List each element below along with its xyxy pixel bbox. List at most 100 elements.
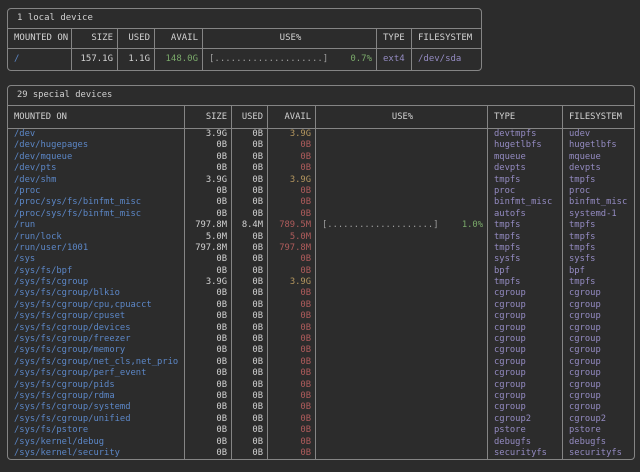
- filesystem-cell: cgroup2: [562, 414, 634, 425]
- type-cell: cgroup: [487, 311, 562, 322]
- usage-bar: [....................]: [322, 220, 439, 231]
- size-cell: 0B: [184, 345, 231, 356]
- filesystem-cell: cgroup: [562, 357, 634, 368]
- type-cell: cgroup: [487, 323, 562, 334]
- table-body: /157.1G1.1G148.0G[....................]0…: [8, 49, 481, 70]
- size-cell: 0B: [184, 437, 231, 448]
- column-header-used: USED: [231, 106, 267, 128]
- used-cell: 0B: [231, 402, 267, 413]
- table-row: /run/user/1001797.8M0B797.8Mtmpfstmpfs: [8, 243, 634, 254]
- local-devices-table: 1 local device MOUNTED ONSIZEUSEDAVAILUS…: [7, 8, 482, 71]
- avail-cell: 0B: [267, 323, 315, 334]
- avail-cell: 0B: [267, 163, 315, 174]
- size-cell: 0B: [184, 402, 231, 413]
- usage-cell: [....................]1.0%: [315, 220, 487, 231]
- mount-point-cell: /proc: [8, 186, 184, 197]
- used-cell: 0B: [231, 186, 267, 197]
- type-cell: devtmpfs: [487, 129, 562, 140]
- avail-cell: 3.9G: [267, 129, 315, 140]
- usage-cell: [315, 266, 487, 277]
- used-cell: 0B: [231, 300, 267, 311]
- filesystem-cell: cgroup: [562, 323, 634, 334]
- used-cell: 0B: [231, 232, 267, 243]
- usage-cell: [315, 163, 487, 174]
- size-cell: 0B: [184, 288, 231, 299]
- table-row: /dev/mqueue0B0B0Bmqueuemqueue: [8, 152, 634, 163]
- mount-point-cell: /sys/kernel/debug: [8, 437, 184, 448]
- type-cell: cgroup: [487, 334, 562, 345]
- type-cell: autofs: [487, 209, 562, 220]
- size-cell: 797.8M: [184, 243, 231, 254]
- type-cell: cgroup: [487, 300, 562, 311]
- table-row: /run/lock5.0M0B5.0Mtmpfstmpfs: [8, 232, 634, 243]
- mount-point-cell: /sys/fs/cgroup/cpuset: [8, 311, 184, 322]
- type-cell: cgroup: [487, 402, 562, 413]
- table-row: /sys/fs/cgroup/systemd0B0B0Bcgroupcgroup: [8, 402, 634, 413]
- table-body: /dev3.9G0B3.9Gdevtmpfsudev/dev/hugepages…: [8, 129, 634, 459]
- avail-cell: 0B: [267, 402, 315, 413]
- filesystem-cell: pstore: [562, 425, 634, 436]
- usage-cell: [315, 391, 487, 402]
- size-cell: 3.9G: [184, 277, 231, 288]
- usage-cell: [315, 345, 487, 356]
- table-row: /sys/fs/cgroup/pids0B0B0Bcgroupcgroup: [8, 380, 634, 391]
- mount-point-cell: /dev/pts: [8, 163, 184, 174]
- size-cell: 0B: [184, 380, 231, 391]
- table-title: 1 local device: [8, 9, 481, 29]
- avail-cell: 0B: [267, 197, 315, 208]
- used-cell: 0B: [231, 129, 267, 140]
- size-cell: 0B: [184, 266, 231, 277]
- column-header-size: SIZE: [184, 106, 231, 128]
- mount-point-cell: /proc/sys/fs/binfmt_misc: [8, 197, 184, 208]
- column-header-filesystem: FILESYSTEM: [562, 106, 634, 128]
- filesystem-cell: cgroup: [562, 288, 634, 299]
- filesystem-cell: hugetlbfs: [562, 140, 634, 151]
- used-cell: 0B: [231, 380, 267, 391]
- avail-cell: 0B: [267, 209, 315, 220]
- table-row: /sys/fs/bpf0B0B0Bbpfbpf: [8, 266, 634, 277]
- type-cell: tmpfs: [487, 277, 562, 288]
- size-cell: 797.8M: [184, 220, 231, 231]
- avail-cell: 0B: [267, 425, 315, 436]
- usage-cell: [315, 254, 487, 265]
- mount-point-cell: /sys/fs/cgroup/rdma: [8, 391, 184, 402]
- usage-cell: [315, 140, 487, 151]
- table-row: /dev/shm3.9G0B3.9Gtmpfstmpfs: [8, 175, 634, 186]
- usage-cell: [315, 129, 487, 140]
- usage-cell: [315, 152, 487, 163]
- table-row: /sys/fs/cgroup/rdma0B0B0Bcgroupcgroup: [8, 391, 634, 402]
- table-row: /sys/kernel/debug0B0B0Bdebugfsdebugfs: [8, 437, 634, 448]
- avail-cell: 0B: [267, 414, 315, 425]
- used-cell: 0B: [231, 448, 267, 459]
- size-cell: 5.0M: [184, 232, 231, 243]
- mount-point-cell: /run/user/1001: [8, 243, 184, 254]
- table-row: /sys0B0B0Bsysfssysfs: [8, 254, 634, 265]
- usage-cell: [315, 243, 487, 254]
- column-header-filesystem: FILESYSTEM: [411, 29, 481, 48]
- usage-bar: [....................]: [209, 49, 328, 70]
- usage-cell: [315, 209, 487, 220]
- size-cell: 0B: [184, 300, 231, 311]
- column-header-use-: USE%: [202, 29, 376, 48]
- size-cell: 157.1G: [71, 49, 117, 70]
- type-cell: tmpfs: [487, 220, 562, 231]
- size-cell: 0B: [184, 311, 231, 322]
- usage-cell: [315, 448, 487, 459]
- avail-cell: 0B: [267, 288, 315, 299]
- filesystem-cell: cgroup: [562, 402, 634, 413]
- column-header-mounted-on: MOUNTED ON: [8, 29, 71, 48]
- avail-cell: 0B: [267, 152, 315, 163]
- mount-point-cell: /run: [8, 220, 184, 231]
- table-row: /sys/fs/cgroup/cpuset0B0B0Bcgroupcgroup: [8, 311, 634, 322]
- filesystem-cell: tmpfs: [562, 277, 634, 288]
- used-cell: 0B: [231, 357, 267, 368]
- table-row: /sys/fs/cgroup/devices0B0B0Bcgroupcgroup: [8, 323, 634, 334]
- size-cell: 3.9G: [184, 129, 231, 140]
- size-cell: 0B: [184, 209, 231, 220]
- filesystem-cell: devpts: [562, 163, 634, 174]
- size-cell: 0B: [184, 425, 231, 436]
- type-cell: cgroup: [487, 391, 562, 402]
- usage-cell: [315, 425, 487, 436]
- table-row: /sys/kernel/security0B0B0Bsecurityfssecu…: [8, 448, 634, 459]
- usage-cell: [315, 380, 487, 391]
